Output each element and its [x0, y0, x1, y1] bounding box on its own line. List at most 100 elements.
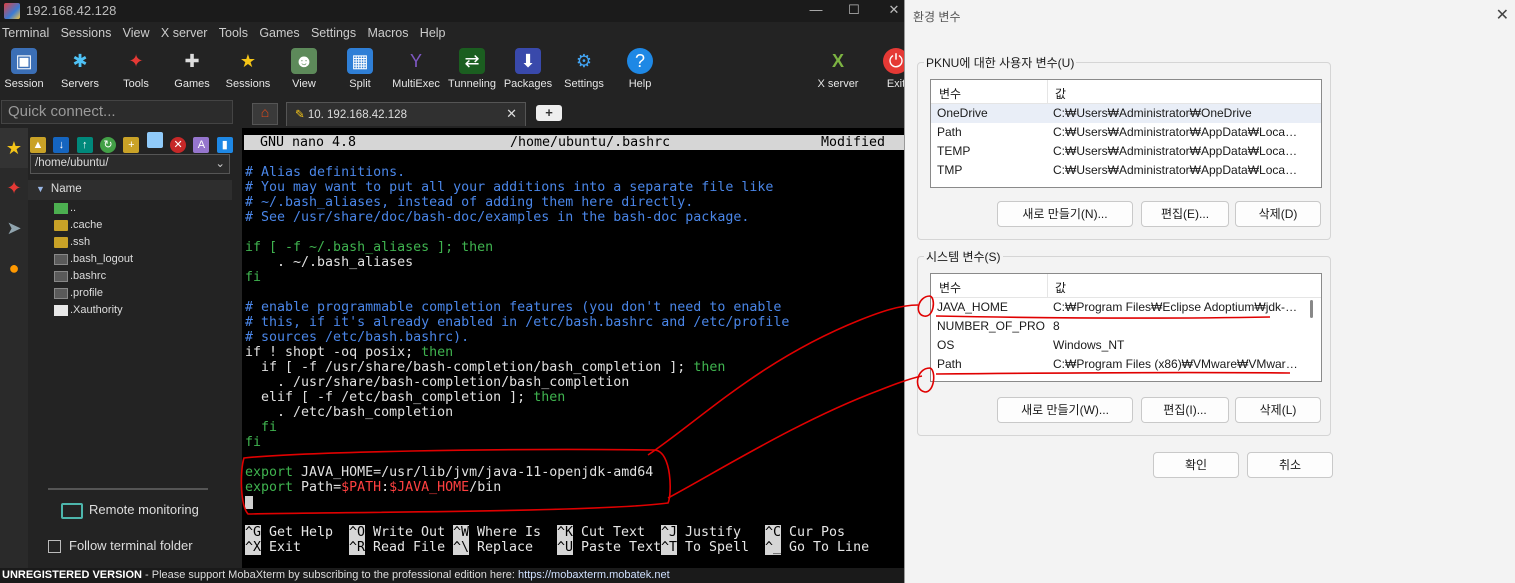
servers-button[interactable]: ✱ Servers [50, 46, 110, 91]
column-variable[interactable]: 변수 [939, 279, 961, 296]
menu-games[interactable]: Games [259, 24, 305, 40]
list-item[interactable]: .ssh [28, 234, 232, 251]
list-item[interactable]: .cache [28, 217, 232, 234]
sftp-send-icon[interactable]: ➤ [0, 208, 28, 248]
monitor-icon [61, 502, 83, 519]
user-edit-button[interactable]: 편집(E)... [1141, 201, 1229, 227]
window-title: 192.168.42.128 [26, 3, 117, 18]
follow-terminal-folder-checkbox[interactable]: Follow terminal folder [48, 538, 193, 554]
chevron-down-icon[interactable]: ⌄ [215, 156, 225, 170]
menu-macros[interactable]: Macros [367, 24, 414, 40]
table-row[interactable]: OneDrive C:₩Users₩Administrator₩OneDrive [931, 104, 1321, 123]
user-variables-list[interactable]: 변수 값 OneDrive C:₩Users₩Administrator₩OneD… [930, 79, 1322, 188]
quick-connect-input[interactable]: Quick connect... [1, 100, 233, 124]
cancel-button[interactable]: 취소 [1247, 452, 1333, 478]
session-button[interactable]: ▣ Session [0, 46, 54, 90]
download-icon[interactable]: ↓ [53, 137, 70, 153]
nano-shortcut: ^O Write Out [349, 525, 446, 540]
menu-sessions[interactable]: Sessions [61, 24, 118, 40]
home-tab-icon[interactable]: ⌂ [252, 103, 278, 125]
view-button[interactable]: ☻ View [274, 46, 334, 90]
new-folder-icon[interactable]: + [123, 137, 140, 153]
list-item[interactable]: .bash_logout [28, 251, 232, 268]
table-row[interactable]: Path C:₩Program Files (x86)₩VMware₩VMware… [931, 355, 1321, 374]
folder-up-icon[interactable]: ▲ [30, 137, 46, 153]
sessions-button[interactable]: ★ Sessions [218, 46, 278, 91]
split-button[interactable]: ▦ Split [330, 46, 390, 90]
column-value[interactable]: 값 [1055, 279, 1066, 296]
menu-settings[interactable]: Settings [311, 24, 362, 40]
close-icon[interactable]: ✕ [1496, 5, 1509, 25]
code-line: . /usr/share/bash-completion/bash_comple… [245, 375, 630, 390]
delete-icon[interactable]: ✕ [170, 137, 187, 153]
tab-close-icon[interactable]: ✕ [506, 106, 517, 122]
mobaxterm-link[interactable]: https://mobaxterm.mobatek.net [518, 569, 670, 581]
table-row[interactable]: OS Windows_NT [931, 336, 1321, 355]
split-icon: ▦ [347, 48, 373, 74]
menu-view[interactable]: View [123, 24, 156, 40]
menu-tools[interactable]: Tools [219, 24, 254, 40]
folder-icon [54, 237, 68, 248]
sessions-star-icon[interactable]: ★ [0, 128, 28, 168]
file-icon [54, 288, 68, 299]
properties-icon[interactable]: ▮ [216, 137, 233, 153]
table-row[interactable]: Path C:₩Users₩Administrator₩AppData₩Local… [931, 123, 1321, 142]
nano-shortcut: ^R Read File [349, 540, 446, 555]
table-row[interactable]: JAVA_HOME C:₩Program Files₩Eclipse Adopti… [931, 298, 1321, 317]
upload-icon[interactable]: ↑ [76, 137, 93, 153]
sftp-path-field[interactable]: /home/ubuntu/ ⌄ [30, 154, 230, 174]
user-new-button[interactable]: 새로 만들기(N)... [997, 201, 1133, 227]
x-server-button[interactable]: XX server [808, 46, 868, 91]
menu-help[interactable]: Help [420, 24, 452, 40]
column-value[interactable]: 값 [1055, 85, 1066, 102]
session-tabs: ⌂ ✎ 10. 192.168.42.128 ✕ + [246, 100, 906, 126]
menu-terminal[interactable]: Terminal [2, 24, 55, 40]
code-line: fi [245, 420, 278, 435]
macros-icon[interactable]: ● [0, 248, 28, 288]
new-tab-button[interactable]: + [536, 105, 562, 121]
system-delete-button[interactable]: 삭제(L) [1235, 397, 1321, 423]
games-button[interactable]: ✚ Games [162, 46, 222, 91]
status-bar: UNREGISTERED VERSION - Please support Mo… [0, 568, 906, 583]
system-new-button[interactable]: 새로 만들기(W)... [997, 397, 1133, 423]
nano-state: Modified [821, 135, 886, 150]
menu-x-server[interactable]: X server [161, 24, 214, 40]
tunneling-button[interactable]: ⇄ Tunneling [442, 46, 502, 90]
table-row[interactable]: TMP C:₩Users₩Administrator₩AppData₩Local₩… [931, 161, 1321, 180]
system-variables-list[interactable]: 변수 값 JAVA_HOME C:₩Program Files₩Eclipse A… [930, 273, 1322, 382]
terminal[interactable]: GNU nano 4.8 /home/ubuntu/.bashrc Modifi… [242, 128, 906, 568]
tools-sidebar-icon[interactable]: ✦ [0, 168, 28, 208]
menu-bar: Terminal Sessions View X server Tools Ga… [0, 24, 906, 44]
help-button[interactable]: ? Help [610, 46, 670, 90]
minimize-icon[interactable]: — [806, 2, 826, 17]
system-edit-button[interactable]: 편집(I)... [1141, 397, 1229, 423]
tab-ssh-session[interactable]: ✎ 10. 192.168.42.128 ✕ [286, 102, 526, 126]
table-row[interactable]: NUMBER_OF_PRO... 8 [931, 317, 1321, 336]
list-item[interactable]: .profile [28, 285, 232, 302]
settings-button[interactable]: ⚙ Settings [554, 46, 614, 91]
code-line: # sources /etc/bash.bashrc). [245, 330, 470, 345]
packages-button[interactable]: ⬇ Packages [498, 46, 558, 90]
text-cursor [245, 496, 253, 509]
remote-monitoring-button[interactable]: Remote monitoring [58, 502, 258, 526]
user-delete-button[interactable]: 삭제(D) [1235, 201, 1321, 227]
table-row[interactable]: TEMP C:₩Users₩Administrator₩AppData₩Local… [931, 142, 1321, 161]
list-item[interactable]: .bashrc [28, 268, 232, 285]
ok-button[interactable]: 확인 [1153, 452, 1239, 478]
refresh-icon[interactable]: ↻ [100, 137, 117, 153]
file-list-header[interactable]: ▼ Name [28, 180, 232, 200]
code-line: # this, if it's already enabled in /etc/… [245, 315, 790, 330]
new-file-icon[interactable] [146, 132, 163, 148]
unregistered-label: UNREGISTERED VERSION [2, 569, 142, 581]
tools-button[interactable]: ✦ Tools [106, 46, 166, 91]
code-line: export Path=$PATH:$JAVA_HOME/bin [245, 480, 502, 495]
list-item[interactable]: .Xauthority [28, 302, 232, 319]
column-variable[interactable]: 변수 [939, 85, 961, 102]
scrollbar-thumb[interactable] [1310, 300, 1313, 318]
list-item[interactable]: .. [28, 200, 232, 217]
multiexec-button[interactable]: Y MultiExec [386, 46, 446, 91]
maximize-icon[interactable]: ☐ [844, 2, 864, 18]
close-icon[interactable]: ✕ [884, 2, 904, 18]
rename-icon[interactable]: A [193, 137, 210, 153]
nano-shortcut: ^_ Go To Line [765, 540, 870, 555]
